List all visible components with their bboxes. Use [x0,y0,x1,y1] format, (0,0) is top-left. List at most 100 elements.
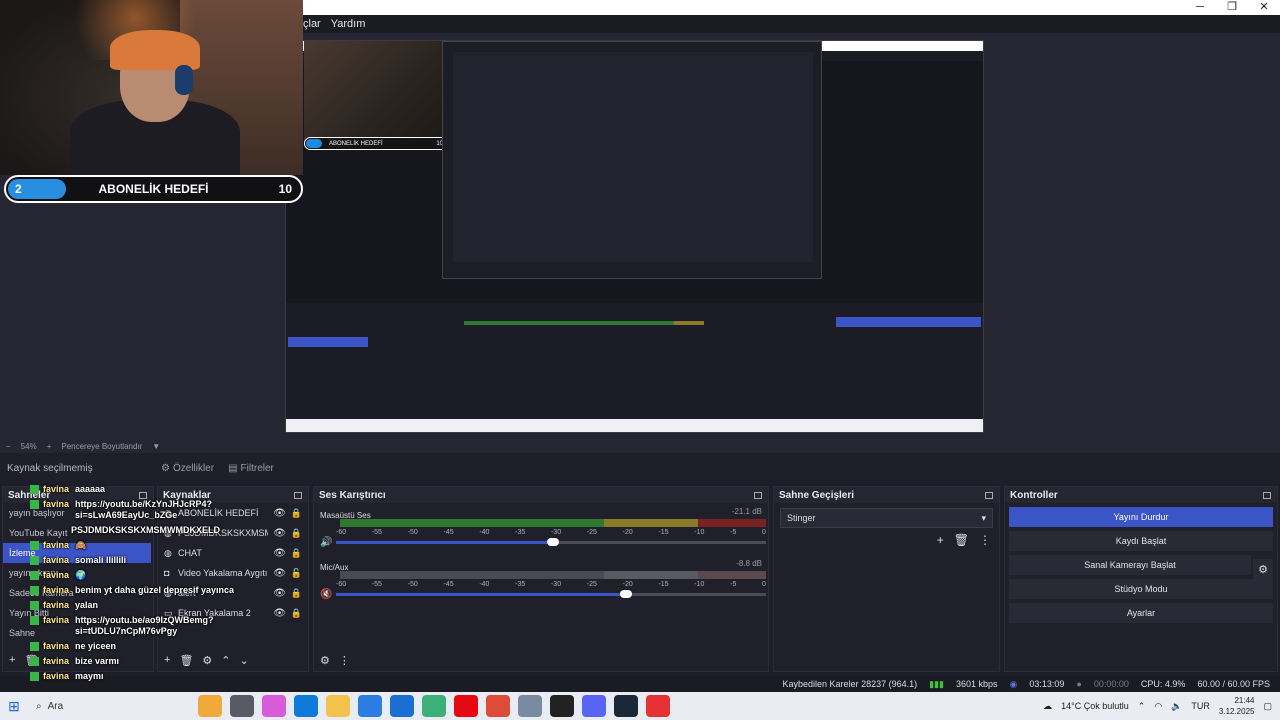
chevron-up-icon[interactable]: ⌃ [1138,701,1146,712]
close-button[interactable]: ✕ [1248,0,1280,15]
undock-icon[interactable] [1263,491,1271,499]
window-controls: ─ ❐ ✕ [1184,0,1280,15]
more-options-icon[interactable]: ⋮ [979,533,991,547]
studio-mode-button[interactable]: Stüdyo Modu [1009,579,1273,599]
add-icon[interactable]: + [9,654,15,666]
zoom-out-icon[interactable]: − [6,442,11,451]
chat-message: favina maymı [30,671,310,682]
maximize-button[interactable]: ❐ [1216,0,1248,15]
subscriber-badge [30,556,39,565]
copilot-icon[interactable] [198,695,222,717]
transitions-title: Sahne Geçişleri [779,489,855,501]
chat-username: favina [43,615,70,625]
chat-username: favina [43,671,70,681]
app-red-icon[interactable] [646,695,670,717]
scale-tick: 0 [762,529,766,536]
nested-meter-green [464,321,674,325]
scale-mode[interactable]: Pencereye Boyutlandır [61,442,142,451]
folder-icon[interactable] [326,695,350,717]
transition-selected: Stinger [787,513,816,523]
advanced-audio-icon[interactable]: ⚙ [320,654,330,667]
scale-tick: -35 [515,529,526,536]
subscriber-badge [30,672,39,681]
chat-username: favina [43,570,70,580]
minimize-button[interactable]: ─ [1184,0,1216,15]
undock-icon[interactable] [985,491,993,499]
speaker-icon[interactable]: 🔊 [320,537,332,548]
add-icon[interactable]: + [937,533,944,547]
search-icon: ⌕ [36,700,42,712]
mail-icon[interactable] [390,695,414,717]
goal-target: 10 [278,182,292,196]
settings-icon[interactable] [518,695,542,717]
menu-help[interactable]: Yardım [331,18,366,30]
windows-start-icon[interactable]: ⊞ [0,698,28,715]
store-icon[interactable] [358,695,382,717]
taskbar-search[interactable]: ⌕ Ara [28,695,178,717]
volume-slider[interactable] [336,538,766,546]
widgets-icon[interactable] [262,695,286,717]
scale-tick: 0 [762,581,766,588]
chat-message: favina bize varmı [30,656,310,667]
scale-tick: -55 [371,581,382,588]
edge-icon[interactable] [294,695,318,717]
scale-tick: -20 [622,529,633,536]
chat-text: 🌍 [75,570,87,580]
scale-tick: -60 [336,529,347,536]
meter-red [697,519,766,527]
language-indicator[interactable]: TUR [1191,701,1210,711]
slider-knob[interactable] [619,590,632,598]
gear-icon[interactable]: ⚙ [1253,559,1273,579]
mic-muted-icon[interactable]: 🔇 [320,589,332,600]
filters-button[interactable]: ▤ Filtreler [228,463,274,474]
scale-tick: -30 [550,581,562,588]
chat-message: favina https://youtu.be/KzYnJHJcRP4?si=sL… [30,499,310,521]
meter-yellow [604,519,698,527]
discord-icon[interactable] [582,695,606,717]
trash-icon[interactable]: 🗑 [954,533,969,547]
obs-icon[interactable] [550,695,574,717]
settings-button[interactable]: Ayarlar [1009,603,1273,623]
network-icon[interactable]: ◠ [1154,701,1162,712]
weather-text[interactable]: 14°C Çok bulutlu [1061,701,1129,711]
subscriber-badge [30,616,39,625]
nested-active-scene [288,337,368,347]
volume-icon[interactable]: 🔈 [1171,701,1182,712]
stop-streaming-button[interactable]: Yayını Durdur [1009,507,1273,527]
scale-tick: -55 [371,529,382,536]
properties-button[interactable]: ⚙ Özellikler [161,463,214,474]
volume-meter [340,571,766,579]
chrome-icon[interactable] [486,695,510,717]
zoom-in-icon[interactable]: + [47,442,52,451]
mixer-channel-mic: Mic/Aux -8.8 dB -60 -55 -50 -45 -40 -35 … [314,555,768,607]
mixer-footer: ⚙ ⋮ [314,649,768,671]
netflix-icon[interactable] [454,695,478,717]
menu-tools[interactable]: çlar [303,18,321,30]
notification-icon[interactable]: ▢ [1263,701,1272,712]
chat-text: https://youtu.be/KzYnJHJcRP4?si=sLwA69Ea… [75,499,213,520]
scale-tick: -35 [515,581,526,588]
start-virtual-camera-button[interactable]: Sanal Kamerayı Başlat [1009,555,1251,575]
subscription-goal-bar: 2 ABONELİK HEDEFİ 10 [4,175,303,203]
windows-taskbar: ⊞ ⌕ Ara ☁ 14°C Çok bulutlu ⌃ ◠ 🔈 TUR 21:4… [0,692,1280,720]
clock[interactable]: 21:44 3.12.2025 [1219,695,1255,717]
photos-icon[interactable] [422,695,446,717]
scale-tick: -5 [730,581,737,588]
steam-icon[interactable] [614,695,638,717]
stream-icon: ◉ [1009,678,1018,689]
subscriber-badge [30,500,39,509]
taskbar-apps [198,695,670,717]
start-recording-button[interactable]: Kaydı Başlat [1009,531,1273,551]
undock-icon[interactable] [754,491,762,499]
preview-canvas[interactable]: ABONELİK HEDEFİ 10 [285,40,984,433]
transition-select[interactable]: Stinger ▾ [780,508,993,528]
scale-tick: -60 [336,581,347,588]
nested-stop-button [836,317,981,327]
chevron-down-icon[interactable]: ▼ [152,442,160,451]
task-view-icon[interactable] [230,695,254,717]
slider-knob[interactable] [546,538,559,546]
webcam-feed [0,0,303,175]
more-options-icon[interactable]: ⋮ [339,654,350,667]
volume-slider[interactable] [336,590,766,598]
scale-tick: -20 [622,581,633,588]
